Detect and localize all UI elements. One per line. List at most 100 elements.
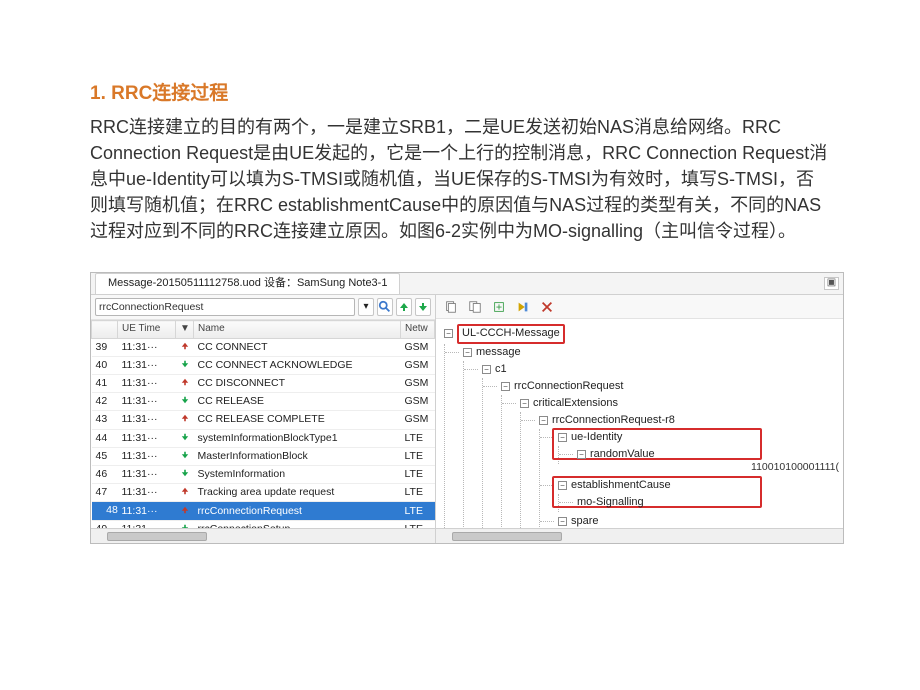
tree-root[interactable]: UL-CCCH-Message [457, 324, 565, 344]
col-dir[interactable]: ▼ [176, 321, 194, 339]
nav-up-button[interactable] [396, 298, 412, 316]
cell-direction [176, 520, 194, 528]
table-row[interactable]: 4511:31···MasterInformationBlockLTE [92, 447, 435, 465]
tree-leaf-mo-signalling[interactable]: mo-Signalling [577, 495, 644, 511]
col-time[interactable]: UE Time [118, 321, 176, 339]
table-row[interactable]: 4711:31···Tracking area update requestLT… [92, 484, 435, 502]
cell-net: LTE [401, 502, 435, 521]
cell-direction [176, 356, 194, 374]
search-icon [378, 300, 392, 314]
arrow-down-icon [418, 302, 428, 312]
table-row[interactable]: 4611:31···SystemInformationLTE [92, 466, 435, 484]
filter-toolbar: ▾ [91, 295, 435, 320]
spare-value: 0 [731, 527, 737, 528]
tree-node-random-value[interactable]: randomValue [590, 447, 655, 463]
nav-down-button[interactable] [415, 298, 431, 316]
cell-net: GSM [401, 356, 435, 374]
filter-input[interactable] [95, 298, 355, 316]
copy-all-button[interactable] [466, 298, 484, 316]
table-row[interactable]: ▶ 4811:31··· rrcConnectionRequestLTE [92, 502, 435, 521]
cell-net: GSM [401, 374, 435, 392]
open-button[interactable] [514, 298, 532, 316]
table-row[interactable]: 4311:31···CC RELEASE COMPLETEGSM [92, 411, 435, 429]
page-icon [444, 300, 458, 314]
cell-time: 11:31··· [118, 338, 176, 356]
tree-node-spare[interactable]: spare [571, 514, 599, 528]
cell-index: 40 [92, 356, 118, 374]
cell-index: 42 [92, 393, 118, 411]
col-index[interactable] [92, 321, 118, 339]
collapse-button[interactable]: ▣ [824, 277, 839, 290]
message-grid[interactable]: UE Time ▼ Name Netw 3911:31···CC CONNECT… [91, 320, 435, 528]
tree-node[interactable]: rrcConnectionRequest [514, 379, 623, 395]
h-scrollbar-thumb[interactable] [107, 532, 207, 541]
delete-button[interactable] [538, 298, 556, 316]
cell-index: 46 [92, 466, 118, 484]
cell-name: Tracking area update request [194, 484, 401, 502]
tree-node[interactable]: c1 [495, 362, 507, 378]
decode-tree[interactable]: −UL-CCCH-Message −message −c1 −rrcConnec… [436, 319, 843, 528]
message-list-pane: ▾ UE Time ▼ [91, 295, 436, 543]
cell-net: LTE [401, 484, 435, 502]
cell-name: CC CONNECT [194, 338, 401, 356]
cell-direction [176, 466, 194, 484]
table-row[interactable]: 4011:31··· CC CONNECT ACKNOWLEDGEGSM [92, 356, 435, 374]
collapse-icon[interactable]: − [520, 399, 529, 408]
cell-time: 11:31··· [118, 393, 176, 411]
cell-time: 11:31··· [118, 520, 176, 528]
h-scrollbar-left[interactable] [91, 528, 435, 543]
export-button[interactable] [490, 298, 508, 316]
cell-name: MasterInformationBlock [194, 447, 401, 465]
cell-time: 11:31··· [118, 374, 176, 392]
col-net[interactable]: Netw [401, 321, 435, 339]
collapse-icon[interactable]: − [482, 365, 491, 374]
window-tab[interactable]: Message-20150511112758.uod 设备：SamSung No… [95, 273, 400, 294]
cell-net: GSM [401, 411, 435, 429]
cell-index: 43 [92, 411, 118, 429]
table-row[interactable]: 3911:31···CC CONNECTGSM [92, 338, 435, 356]
copy-button[interactable] [442, 298, 460, 316]
message-window: Message-20150511112758.uod 设备：SamSung No… [90, 272, 844, 544]
tree-node[interactable]: rrcConnectionRequest-r8 [552, 413, 675, 429]
body-paragraph: RRC连接建立的目的有两个，一是建立SRB1，二是UE发送初始NAS消息给网络。… [90, 114, 830, 244]
table-row[interactable]: 4211:31···CC RELEASEGSM [92, 393, 435, 411]
tree-node[interactable]: message [476, 345, 521, 361]
cell-time: 11:31··· [118, 466, 176, 484]
cell-time: 11:31··· [118, 502, 176, 521]
x-icon [540, 300, 554, 314]
export-icon [492, 300, 506, 314]
cell-direction [176, 447, 194, 465]
cell-index: ▶ 48 [92, 502, 118, 521]
collapse-icon[interactable]: − [539, 416, 548, 425]
cell-name: CC CONNECT ACKNOWLEDGE [194, 356, 401, 374]
cell-direction [176, 502, 194, 521]
cell-net: LTE [401, 429, 435, 447]
cell-index: 39 [92, 338, 118, 356]
table-row[interactable]: 4911:31···rrcConnectionSetupLTE [92, 520, 435, 528]
cell-name: rrcConnectionRequest [194, 502, 401, 521]
collapse-icon[interactable]: − [463, 348, 472, 357]
table-row[interactable]: 4111:31···CC DISCONNECTGSM [92, 374, 435, 392]
message-detail-pane: −UL-CCCH-Message −message −c1 −rrcConnec… [436, 295, 843, 543]
cell-time: 11:31··· [118, 356, 176, 374]
cell-net: GSM [401, 393, 435, 411]
collapse-icon[interactable]: − [444, 329, 453, 338]
tree-node[interactable]: criticalExtensions [533, 396, 618, 412]
collapse-icon[interactable]: − [501, 382, 510, 391]
cell-index: 45 [92, 447, 118, 465]
h-scrollbar-right[interactable] [436, 528, 843, 543]
cell-direction [176, 374, 194, 392]
cell-name: CC DISCONNECT [194, 374, 401, 392]
cell-index: 49 [92, 520, 118, 528]
collapse-icon[interactable]: − [577, 450, 586, 459]
cell-index: 47 [92, 484, 118, 502]
search-button[interactable] [377, 298, 393, 316]
right-arrow-icon [516, 300, 530, 314]
cell-direction [176, 393, 194, 411]
filter-dropdown-button[interactable]: ▾ [358, 298, 374, 316]
cell-time: 11:31··· [118, 411, 176, 429]
table-row[interactable]: 4411:31···systemInformationBlockType1LTE [92, 429, 435, 447]
col-name[interactable]: Name [194, 321, 401, 339]
h-scrollbar-thumb[interactable] [452, 532, 562, 541]
collapse-icon[interactable]: − [558, 517, 567, 526]
